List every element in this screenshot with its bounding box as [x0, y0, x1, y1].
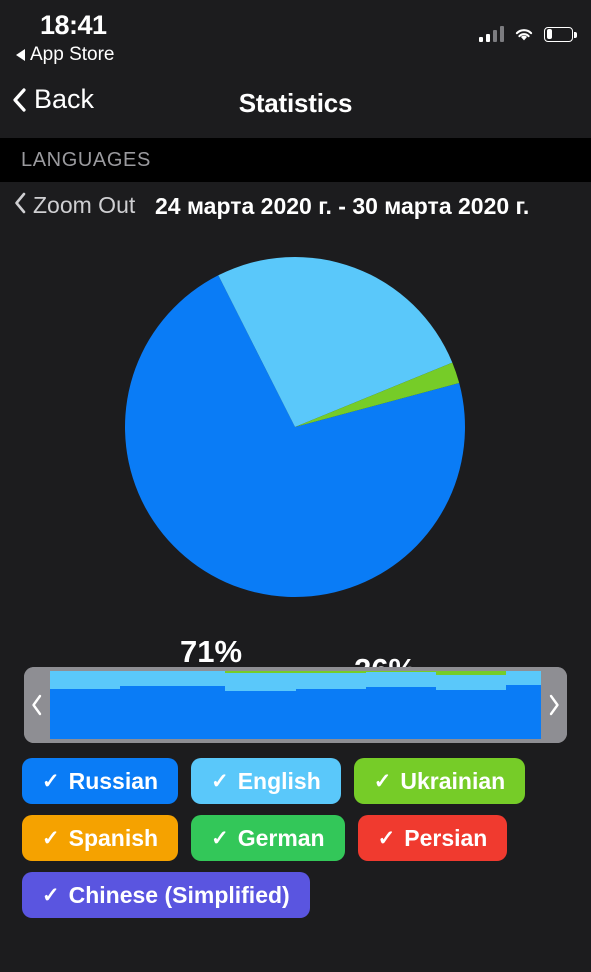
date-range-label: 24 марта 2020 г. - 30 марта 2020 г. [155, 193, 530, 219]
pie-chart-svg [125, 257, 465, 597]
zoom-out-label: Zoom Out [33, 192, 136, 218]
scrubber-segment-russian [365, 687, 402, 739]
battery-icon [544, 26, 577, 42]
zoom-out-button[interactable]: Zoom Out [14, 192, 135, 219]
scrubber-column [295, 671, 332, 739]
legend-chip-label: Persian [404, 824, 488, 851]
scrubber-segment-english [505, 671, 541, 686]
scrubber-column [365, 671, 402, 739]
scrubber-segment-english [190, 671, 226, 686]
legend-chip-label: Chinese (Simplified) [68, 881, 290, 908]
scrubber-column [260, 671, 297, 739]
scrubber-segment-russian [295, 689, 332, 739]
scrubber-segment-english [400, 672, 437, 688]
scrubber-segment-english [260, 673, 297, 692]
legend-chip-label: Spanish [68, 824, 159, 851]
scrubber-column [155, 671, 191, 739]
legend-chip-german[interactable]: ✓ German [191, 815, 345, 861]
scrubber-segment-english [155, 671, 191, 686]
chevron-left-icon [32, 694, 42, 716]
scrubber-segment-english [85, 671, 121, 689]
scrubber-right-handle[interactable] [541, 667, 567, 743]
legend-chip-spanish[interactable]: ✓ Spanish [22, 815, 179, 861]
scrubber-column [225, 671, 261, 739]
scrubber-column [505, 671, 541, 739]
check-icon: ✓ [373, 769, 392, 793]
status-bar-indicators [478, 26, 577, 42]
scrubber-segment-russian [85, 688, 121, 739]
scrubber-column [50, 671, 86, 739]
pie-chart[interactable]: 71% 26% 2% [0, 234, 591, 802]
legend-chip-chinese-simplified[interactable]: ✓ Chinese (Simplified) [22, 872, 310, 918]
legend-chip-english[interactable]: ✓ English [191, 758, 341, 804]
scrubber-segment-english [50, 671, 86, 689]
scrubber-segment-russian [260, 691, 297, 739]
scrubber-column [190, 671, 226, 739]
timeline-scrubber[interactable] [24, 667, 567, 743]
scrubber-segment-english [365, 672, 402, 688]
scrubber-segment-english [120, 671, 156, 686]
check-icon: ✓ [42, 883, 60, 907]
wifi-icon [513, 26, 535, 42]
check-icon: ✓ [42, 826, 60, 850]
check-icon: ✓ [42, 769, 60, 793]
scrubber-segment-english [330, 673, 367, 690]
legend-chip-persian[interactable]: ✓ Persian [357, 815, 508, 861]
scrubber-segment-russian [470, 690, 507, 739]
check-icon: ✓ [377, 826, 396, 850]
scrubber-segment-russian [505, 685, 541, 739]
status-bar-back-to-app[interactable]: App Store [16, 44, 115, 66]
scrubber-column [85, 671, 121, 739]
left-triangle-icon [16, 49, 25, 61]
scrubber-column [470, 671, 507, 739]
scrubber-track[interactable] [50, 671, 541, 739]
scrubber-segment-russian [330, 689, 367, 739]
scrubber-segment-english [225, 673, 261, 692]
scrubber-segment-english [470, 675, 507, 691]
scrubber-column [330, 671, 367, 739]
cellular-signal-icon [478, 26, 504, 42]
scrubber-column [400, 671, 437, 739]
scrubber-segment-russian [120, 685, 156, 739]
scrubber-segment-russian [225, 691, 261, 739]
section-header-label: LANGUAGES [21, 149, 151, 171]
legend-chip-label: Russian [68, 767, 159, 794]
zoom-row: Zoom Out 24 марта 2020 г. - 30 марта 202… [0, 182, 591, 234]
scrubber-left-handle[interactable] [24, 667, 50, 743]
scrubber-segment-russian [400, 687, 437, 739]
scrubber-segment-russian [50, 688, 86, 739]
status-bar: 18:41 App Store [0, 0, 591, 66]
scrubber-column [120, 671, 156, 739]
chevron-right-icon [549, 694, 559, 716]
check-icon: ✓ [211, 769, 229, 793]
scrubber-segment-russian [435, 690, 472, 739]
chevron-left-icon [14, 192, 26, 219]
scrubber-segment-russian [190, 685, 226, 739]
scrubber-segment-english [435, 675, 472, 691]
page-title: Statistics [238, 88, 353, 118]
scrubber-segment-russian [155, 685, 191, 739]
scrubber-segment-english [295, 673, 332, 690]
nav-bar: Back Statistics [0, 66, 591, 138]
legend-chip-list: ✓ Russian ✓ English ✓ Ukrainian ✓ Spanish ✓ Germa… [22, 758, 570, 918]
legend-chip-russian[interactable]: ✓ Russian [22, 758, 179, 804]
status-bar-back-label: App Store [30, 44, 115, 65]
check-icon: ✓ [211, 826, 229, 850]
status-bar-time: 18:41 [40, 10, 107, 40]
legend-chip-label: English [237, 767, 321, 794]
legend-chip-label: Ukrainian [400, 767, 506, 794]
statistics-screen: 18:41 App Store Back Statistics LANGUAGE… [0, 0, 591, 972]
legend-chip-ukrainian[interactable]: ✓ Ukrainian [353, 758, 526, 804]
scrubber-column [435, 671, 472, 739]
section-header: LANGUAGES [0, 138, 591, 182]
legend-chip-label: German [237, 824, 325, 851]
